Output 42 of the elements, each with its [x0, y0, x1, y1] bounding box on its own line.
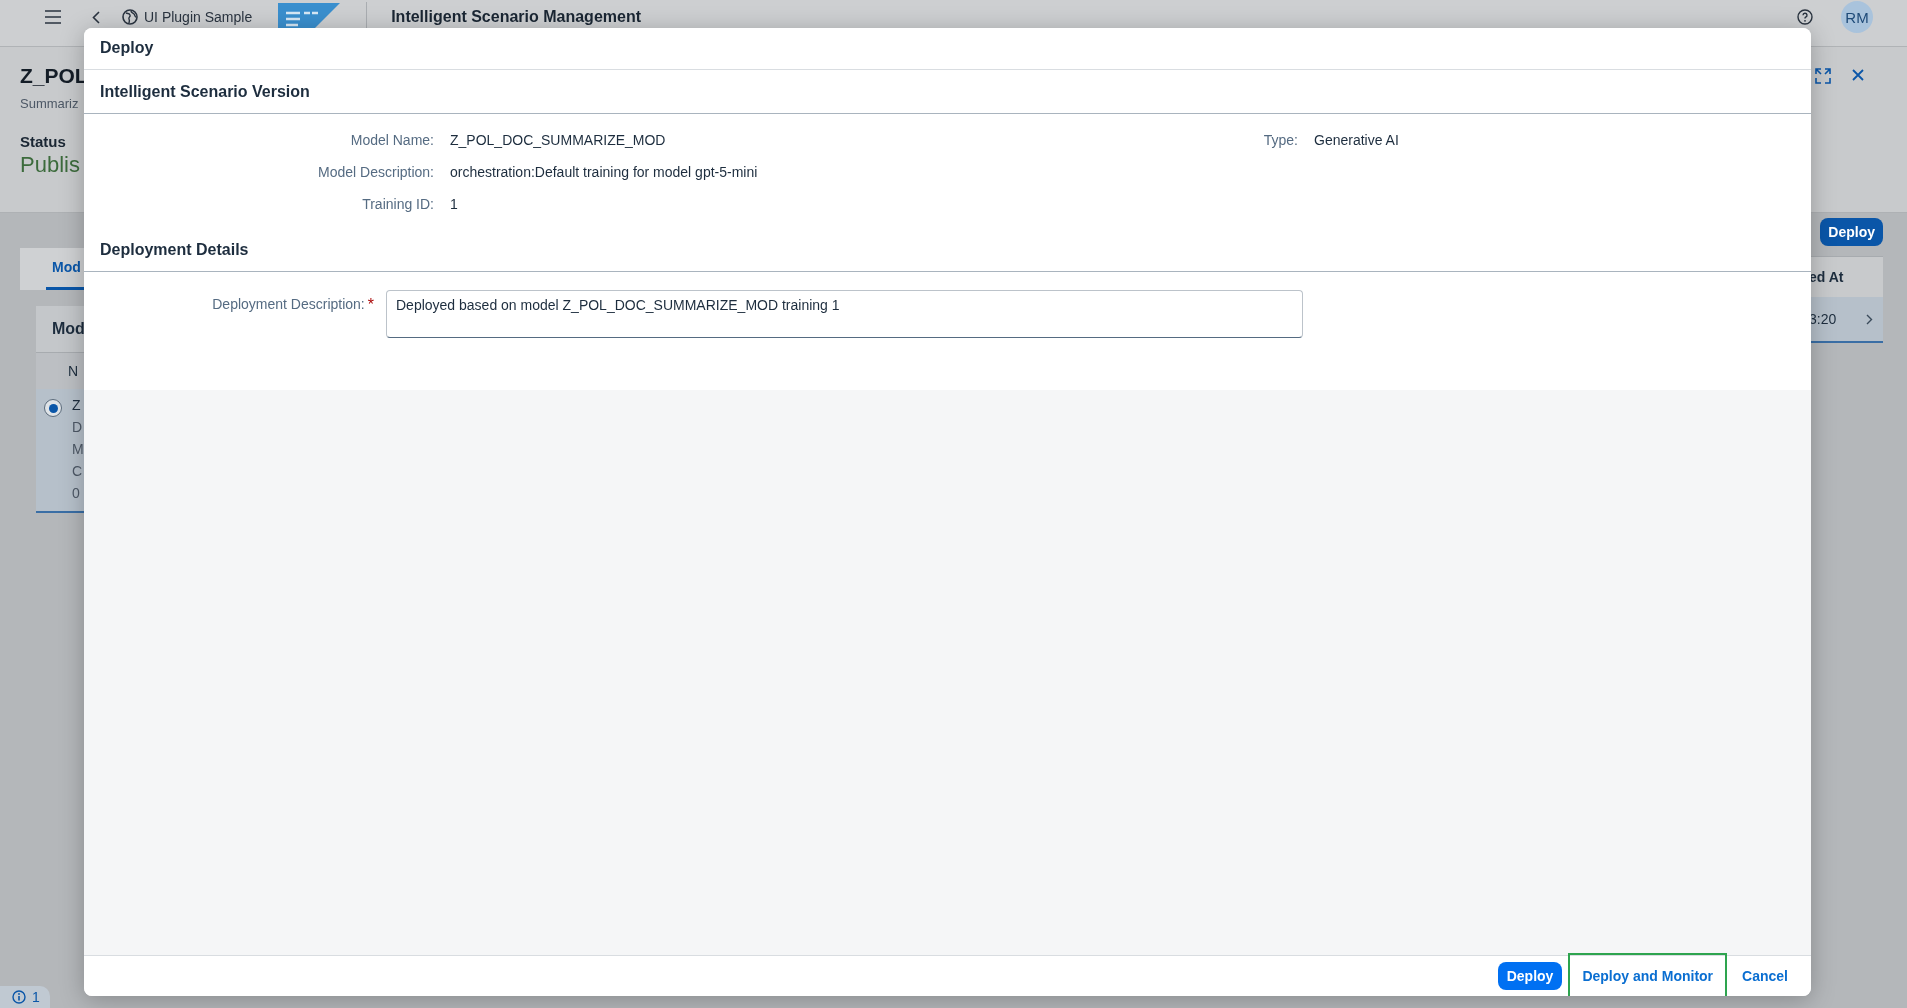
status-value: Publis: [20, 152, 81, 178]
cell-text: M: [72, 441, 84, 457]
status-label: Status: [20, 133, 67, 150]
cell-text: 0: [72, 485, 81, 501]
footer-button[interactable]: Deploy and Monitor: [1570, 955, 1726, 996]
message-button[interactable]: 1: [0, 986, 50, 1008]
field-label: Training ID:: [361, 195, 434, 214]
object-subtitle: Summariz: [20, 96, 80, 111]
app-title[interactable]: UI Plugin Sample: [144, 9, 253, 25]
shell-title: Intelligent Scenario Management: [391, 8, 642, 26]
field-label: Type:: [1262, 131, 1298, 150]
footer-button[interactable]: Cancel: [1733, 962, 1797, 990]
table-cell: 3:20: [1809, 311, 1837, 327]
field-value: 1: [450, 195, 459, 214]
table-cell-text: Z: [72, 397, 82, 413]
section-title: Intelligent Scenario Version: [84, 70, 1811, 114]
deploy-button[interactable]: Deploy: [1820, 218, 1883, 246]
cell-text: C: [72, 463, 84, 479]
field-value: Z_POL_DOC_SUMMARIZE_MOD: [450, 131, 667, 150]
back-icon[interactable]: [92, 10, 100, 24]
field-value: Generative AI: [1314, 131, 1400, 150]
user-avatar[interactable]: RM: [1841, 1, 1873, 33]
fullscreen-icon[interactable]: [1815, 68, 1831, 84]
field-label: Deployment Description:: [212, 296, 365, 314]
field-value: orchestration:Default training for model gpt-5-mini: [450, 163, 759, 182]
required-icon: *: [367, 296, 374, 338]
message-count: 1: [32, 989, 40, 1005]
description-field[interactable]: Deployed based on model Z_POL_DOC_SUMMARIZE_MOD training 1: [386, 290, 1303, 338]
section-title: Deployment Details: [84, 228, 1811, 272]
radio-button[interactable]: [44, 399, 62, 417]
panel-title: Mod: [51, 319, 86, 339]
chevron-right-icon[interactable]: [1866, 314, 1873, 325]
help-icon[interactable]: [1797, 9, 1813, 25]
close-icon[interactable]: [1851, 68, 1865, 82]
field-label: Model Name:: [349, 131, 434, 150]
menu-icon[interactable]: [44, 10, 62, 24]
globe-icon: [122, 9, 138, 25]
field-label: Model Description:: [317, 163, 434, 182]
info-icon: [12, 990, 26, 1004]
dialog-title: Deploy: [84, 28, 1811, 70]
footer-button[interactable]: Deploy: [1497, 962, 1563, 990]
cell-text: D: [72, 419, 84, 435]
